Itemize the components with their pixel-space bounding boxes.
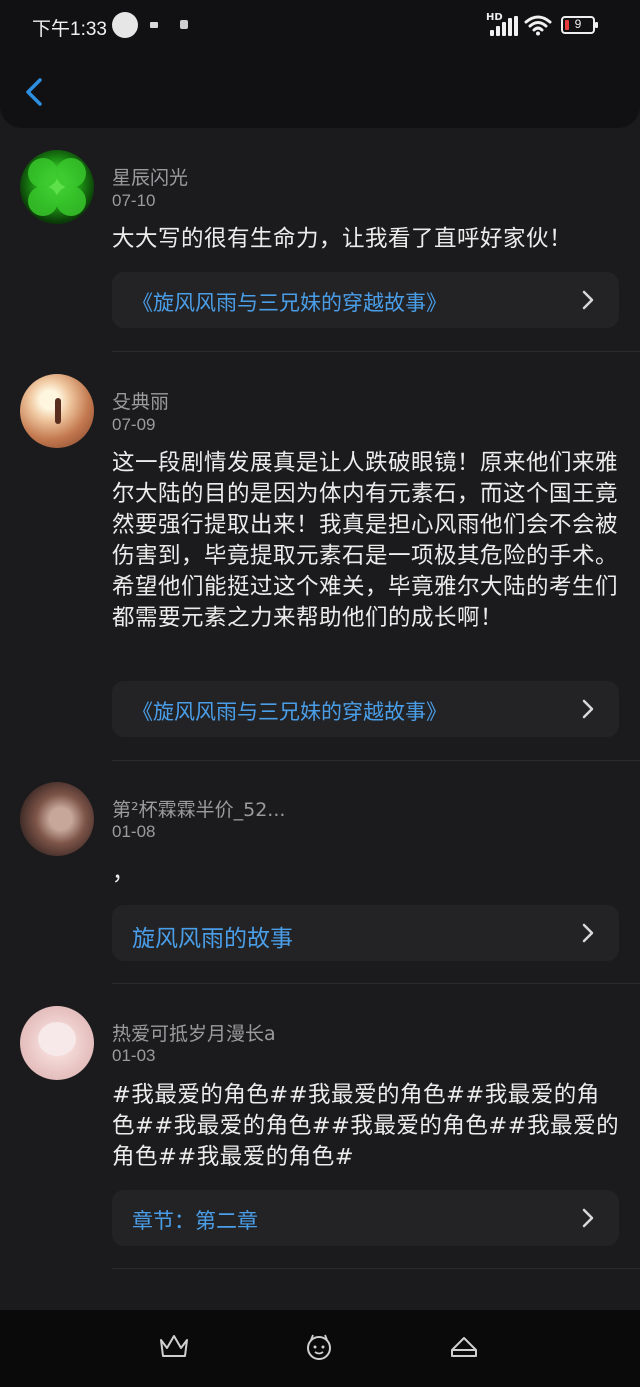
- divider: [112, 760, 640, 761]
- divider: [112, 351, 640, 352]
- comment-username[interactable]: 热爱可抵岁月漫长a: [112, 1019, 276, 1046]
- comment-username[interactable]: 星辰闪光: [112, 163, 188, 190]
- divider: [112, 1268, 640, 1269]
- status-bar: 下午1:33 HD 9: [0, 0, 640, 52]
- chapter-link-label: 章节：第二章: [132, 1209, 258, 1233]
- comment-text: 这一段剧情发展真是让人跌破眼镜！原来他们来雅尔大陆的目的是因为体内有元素石，而这…: [112, 450, 619, 631]
- chapter-link-button[interactable]: 章节：第二章: [112, 1190, 619, 1246]
- comment-text: ，: [112, 860, 136, 886]
- chevron-left-icon[interactable]: [18, 72, 52, 112]
- face-icon[interactable]: [302, 1332, 336, 1362]
- battery-icon: 9: [561, 16, 598, 34]
- cloud-notification-icon: [112, 12, 138, 38]
- book-link-button[interactable]: 旋风风雨的故事: [112, 905, 619, 961]
- comment-date: 07-10: [112, 191, 156, 210]
- chevron-right-icon: [582, 1208, 594, 1228]
- avatar[interactable]: [20, 374, 94, 448]
- crown-icon[interactable]: [157, 1332, 191, 1362]
- chevron-right-icon: [582, 923, 594, 943]
- book-link-button[interactable]: 《旋风风雨与三兄妹的穿越故事》: [112, 681, 619, 737]
- comment-date: 07-09: [112, 415, 156, 434]
- top-nav-bar: [0, 52, 640, 128]
- comment-username[interactable]: 殳典丽: [112, 387, 169, 414]
- comment-date: 01-03: [112, 1046, 156, 1065]
- comment-username[interactable]: 第²杯霖霖半价_52...: [112, 795, 285, 822]
- book-link-label: 旋风风雨的故事: [132, 926, 293, 952]
- status-time: 下午1:33: [32, 19, 107, 40]
- cake-icon[interactable]: [447, 1332, 481, 1362]
- comment-text: 大大写的很有生命力，让我看了直呼好家伙！: [112, 226, 573, 252]
- comment-date: 01-08: [112, 822, 156, 841]
- signal-icon: [490, 16, 518, 36]
- bottom-nav-bar: [0, 1310, 640, 1387]
- wifi-icon: [524, 15, 552, 36]
- chevron-right-icon: [582, 699, 594, 719]
- chevron-right-icon: [582, 290, 594, 310]
- avatar[interactable]: [20, 782, 94, 856]
- avatar[interactable]: [20, 150, 94, 224]
- battery-level: 9: [574, 17, 582, 31]
- app-notification-icon: [180, 20, 188, 29]
- message-icon: [150, 22, 158, 28]
- book-link-label: 《旋风风雨与三兄妹的穿越故事》: [132, 291, 447, 315]
- divider: [112, 983, 640, 984]
- book-link-label: 《旋风风雨与三兄妹的穿越故事》: [132, 700, 447, 724]
- book-link-button[interactable]: 《旋风风雨与三兄妹的穿越故事》: [112, 272, 619, 328]
- avatar[interactable]: [20, 1006, 94, 1080]
- comment-text: #我最爱的角色##我最爱的角色##我最爱的角色##我最爱的角色##我最爱的角色#…: [112, 1082, 620, 1170]
